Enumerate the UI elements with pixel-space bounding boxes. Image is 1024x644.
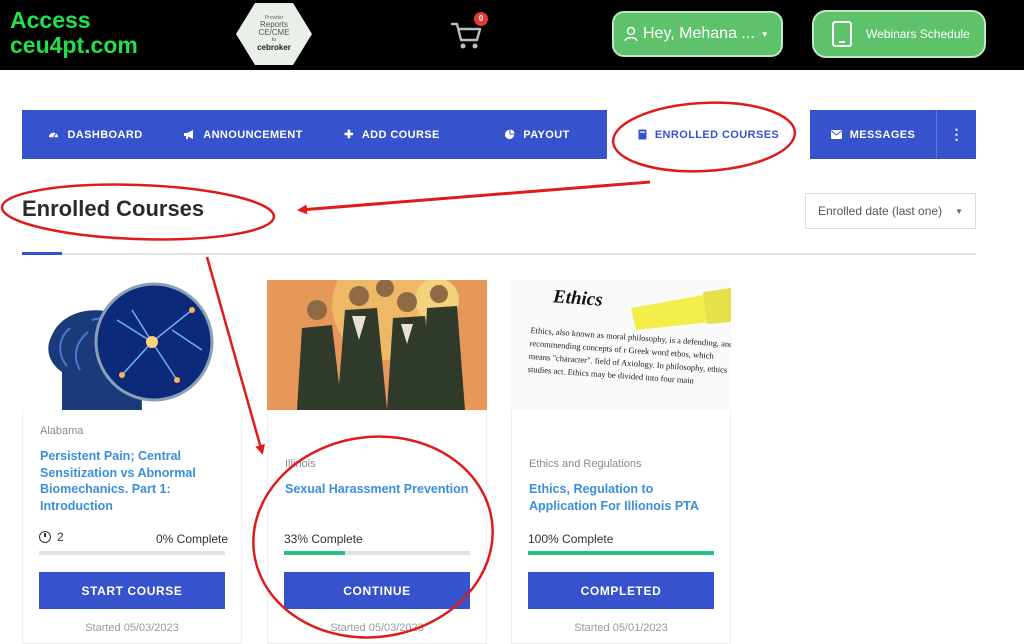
tablet-icon — [832, 21, 852, 47]
annotation-arrow-to-title — [297, 180, 651, 215]
brand-line1: Access — [10, 7, 91, 33]
title-divider — [22, 253, 976, 255]
brand-logo[interactable]: Access ceu4pt.com — [10, 8, 138, 58]
cart-count-badge: 0 — [474, 12, 488, 26]
kebab-menu-icon[interactable]: ⋮ — [936, 110, 976, 159]
nav-messages-label: MESSAGES — [849, 128, 916, 141]
course-title-link[interactable]: Persistent Pain; Central Sensitization v… — [40, 448, 230, 514]
nav-announcement[interactable]: ANNOUNCEMENT — [169, 110, 317, 159]
nav-payout-label: PAYOUT — [523, 128, 570, 141]
user-icon — [624, 26, 638, 42]
pie-chart-icon — [505, 129, 515, 140]
progress-fill — [528, 551, 714, 555]
badge-cecme: CE/CME — [258, 28, 290, 37]
book-icon — [638, 129, 647, 140]
course-card: Alabama Persistent Pain; Central Sensiti… — [22, 280, 242, 644]
nav-payout[interactable]: PAYOUT — [467, 110, 607, 159]
sort-select-value: Enrolled date (last one) — [818, 204, 943, 218]
ethics-thumb-heading: Ethics — [552, 286, 604, 311]
page-title: Enrolled Courses — [22, 196, 205, 221]
nav-add-course-label: ADD COURSE — [361, 128, 440, 141]
nav-enrolled-courses-label: ENROLLED COURSES — [654, 128, 780, 141]
lesson-count: 2 — [39, 530, 64, 544]
course-thumbnail-office[interactable] — [267, 280, 487, 410]
progress-label: 0% Complete — [156, 532, 229, 546]
lesson-count-value: 2 — [57, 530, 64, 544]
progress-label: 33% Complete — [284, 532, 363, 546]
course-category: Alabama — [40, 425, 84, 437]
nav-announcement-label: ANNOUNCEMENT — [203, 128, 303, 141]
completed-button[interactable]: COMPLETED — [528, 572, 714, 609]
progress-label: 100% Complete — [528, 532, 614, 546]
nav-dashboard[interactable]: DASHBOARD — [22, 110, 169, 159]
dashboard-icon — [49, 132, 59, 138]
cebroker-badge: Provider Reports CE/CME to cebroker — [236, 3, 312, 65]
course-title-link[interactable]: Sexual Harassment Prevention — [285, 481, 475, 498]
course-category: Ethics and Regulations — [529, 458, 642, 470]
continue-button[interactable]: CONTINUE — [284, 572, 470, 609]
course-thumbnail-ethics[interactable]: Ethics Ethics, also known as moral philo… — [511, 280, 731, 410]
progress-bar — [39, 551, 225, 555]
start-course-button[interactable]: START COURSE — [39, 572, 225, 609]
clock-icon — [39, 531, 51, 543]
progress-fill — [284, 551, 346, 555]
envelope-icon — [830, 130, 842, 139]
user-menu-button[interactable]: Hey, Mehana ... ▼ — [612, 11, 783, 57]
brand-line2: ceu4pt.com — [10, 32, 138, 58]
progress-bar — [528, 551, 714, 555]
megaphone-icon — [184, 130, 194, 139]
nav-add-course[interactable]: ✚ ADD COURSE — [317, 110, 467, 159]
user-menu-label: Hey, Mehana ... — [643, 25, 755, 42]
course-thumbnail-brain[interactable] — [22, 280, 242, 410]
course-card: Ethics Ethics, also known as moral philo… — [511, 280, 731, 644]
chevron-down-icon: ▼ — [760, 29, 769, 39]
title-divider-accent — [22, 252, 62, 255]
badge-cebroker: cebroker — [257, 43, 291, 52]
started-date: Started 05/03/2023 — [330, 622, 424, 634]
course-card: Illinois Sexual Harassment Prevention 33… — [267, 280, 487, 644]
sort-select[interactable]: Enrolled date (last one) ▼ — [805, 193, 976, 229]
course-title-link[interactable]: Ethics, Regulation to Application For Il… — [529, 481, 719, 514]
dashboard-nav: DASHBOARD ANNOUNCEMENT ✚ ADD COURSE PAYO… — [22, 110, 976, 159]
course-category: Illinois — [285, 458, 316, 470]
started-date: Started 05/01/2023 — [574, 622, 668, 634]
webinars-schedule-button[interactable]: Webinars Schedule — [812, 10, 986, 58]
nav-enrolled-courses[interactable]: ENROLLED COURSES — [607, 110, 810, 159]
chevron-down-icon: ▼ — [955, 206, 963, 216]
progress-bar — [284, 551, 470, 555]
nav-dashboard-label: DASHBOARD — [67, 128, 143, 141]
started-date: Started 05/03/2023 — [85, 622, 179, 634]
webinars-schedule-label: Webinars Schedule — [866, 27, 970, 41]
top-header: Access ceu4pt.com Provider Reports CE/CM… — [0, 0, 1024, 70]
nav-messages[interactable]: MESSAGES — [810, 110, 936, 159]
plus-icon: ✚ — [344, 129, 354, 141]
